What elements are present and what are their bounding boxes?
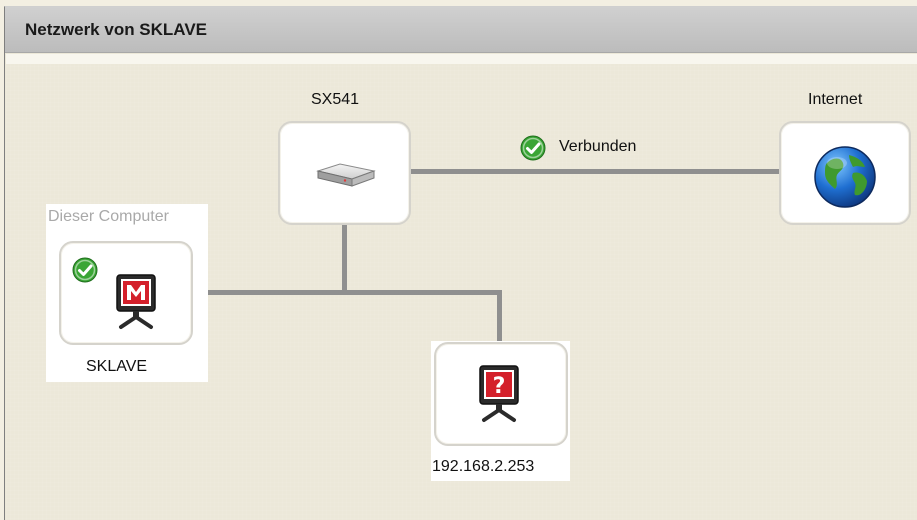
svg-text:?: ? (493, 374, 506, 399)
connection-status-label: Verbunden (559, 138, 637, 155)
unknown-device-label: 192.168.2.253 (432, 458, 535, 475)
unknown-device-node[interactable]: ? (434, 342, 568, 446)
router-node[interactable] (278, 121, 411, 225)
globe-icon (813, 145, 877, 214)
internet-node[interactable] (779, 121, 911, 225)
mcafee-monitor-icon (111, 273, 161, 336)
internet-label: Internet (808, 91, 863, 108)
router-label: SX541 (311, 91, 360, 108)
computer-status-check-icon (72, 257, 98, 283)
router-icon (314, 161, 378, 196)
connection-check-icon (520, 135, 546, 161)
link-computer-horizontal (192, 290, 502, 295)
link-unknown-down (497, 290, 502, 342)
this-computer-caption: Dieser Computer (48, 208, 169, 225)
computer-label: SKLAVE (86, 358, 148, 375)
panel-header: Netzwerk von SKLAVE (5, 7, 917, 53)
panel-title: Netzwerk von SKLAVE (25, 20, 208, 39)
unknown-monitor-icon: ? (474, 364, 524, 429)
link-router-down (342, 224, 347, 294)
canvas-top-strip (6, 54, 917, 64)
computer-node[interactable] (59, 241, 193, 345)
link-router-internet (410, 169, 782, 174)
